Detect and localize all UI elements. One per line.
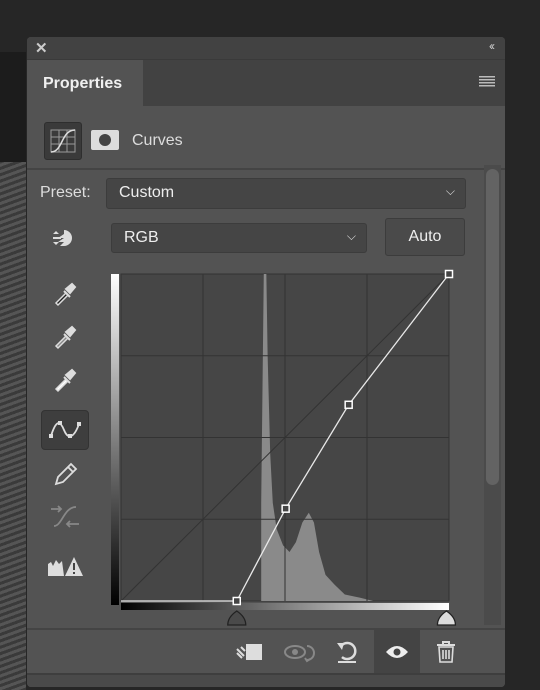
curves-graph[interactable] <box>111 269 471 629</box>
double-chevron-left-icon[interactable]: ‹‹ <box>489 39 495 53</box>
auto-button[interactable]: Auto <box>385 218 465 256</box>
panel-topbar: ✕ ‹‹ <box>27 37 505 59</box>
targeted-adjustment-icon[interactable] <box>41 218 89 258</box>
curve-point[interactable] <box>444 269 454 279</box>
layer-mask-icon[interactable] <box>91 130 119 150</box>
preset-dropdown[interactable]: Custom ⌵ <box>106 178 466 209</box>
scrollbar[interactable] <box>484 165 501 625</box>
output-gradient-bar <box>111 274 119 605</box>
reset-icon[interactable] <box>325 630 369 673</box>
adjustment-title: Curves <box>132 132 183 149</box>
delete-trash-icon[interactable] <box>424 630 468 673</box>
scrollbar-thumb[interactable] <box>486 169 499 485</box>
curves-adjustment-icon[interactable] <box>44 122 82 160</box>
gray-point-eyedropper-icon[interactable] <box>41 317 89 357</box>
preset-value: Custom <box>119 184 175 201</box>
black-input-slider[interactable] <box>227 610 247 626</box>
hamburger-menu-icon[interactable] <box>479 76 495 88</box>
chevron-down-icon: ⌵ <box>445 184 455 198</box>
chevron-down-icon: ⌵ <box>346 229 356 243</box>
resize-grip[interactable] <box>27 673 505 687</box>
clip-to-layer-icon[interactable] <box>227 630 271 673</box>
channel-value: RGB <box>124 229 159 246</box>
view-previous-state-icon[interactable] <box>277 630 321 673</box>
preset-label: Preset: <box>40 184 91 201</box>
canvas-image-edge <box>0 52 26 690</box>
panel-footer <box>27 628 505 673</box>
input-gradient-bar <box>121 603 449 610</box>
channel-dropdown[interactable]: RGB ⌵ <box>111 223 367 253</box>
close-icon[interactable]: ✕ <box>35 39 48 57</box>
properties-panel: ✕ ‹‹ Properties Curves Preset: Custom ⌵ R… <box>27 37 505 687</box>
white-point-eyedropper-icon[interactable] <box>41 360 89 400</box>
curve-point-icon[interactable] <box>41 410 89 450</box>
visibility-eye-icon[interactable] <box>374 630 420 673</box>
tab-properties[interactable]: Properties <box>27 60 143 107</box>
clipping-warning-icon[interactable] <box>41 546 89 586</box>
smooth-icon[interactable] <box>41 497 89 537</box>
curve-point[interactable] <box>281 504 290 513</box>
white-input-slider[interactable] <box>436 610 457 626</box>
adjustment-header: Curves <box>27 106 505 170</box>
pencil-icon[interactable] <box>41 454 89 494</box>
curve-point[interactable] <box>232 596 242 606</box>
curve-point[interactable] <box>344 400 353 410</box>
black-point-eyedropper-icon[interactable] <box>41 274 89 314</box>
